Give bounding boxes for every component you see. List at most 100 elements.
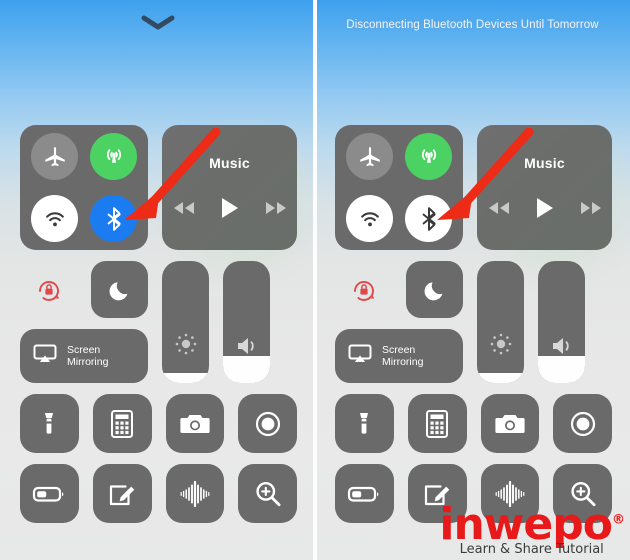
volume-slider-fill — [223, 356, 270, 383]
do-not-disturb-toggle[interactable] — [91, 261, 148, 318]
volume-slider[interactable] — [223, 261, 270, 383]
music-controls — [477, 197, 612, 224]
notes-pencil-icon — [110, 484, 135, 505]
brightness-slider-fill — [162, 373, 209, 383]
watermark: inwepo® Learn & Share Tutorial — [439, 499, 625, 557]
screen-mirroring-label: Screen Mirroring — [382, 343, 424, 369]
magnifier-plus-icon — [256, 481, 281, 506]
music-title: Music — [524, 155, 565, 171]
low-power-mode-button[interactable] — [335, 464, 394, 523]
flashlight-button[interactable] — [335, 394, 394, 453]
screen-mirroring-button[interactable]: Screen Mirroring — [335, 329, 463, 383]
wifi-toggle[interactable] — [31, 195, 78, 243]
fast-forward-icon[interactable] — [264, 200, 288, 221]
cc-shortcut-row-1 — [20, 394, 297, 453]
speaker-icon — [223, 335, 270, 357]
fast-forward-icon[interactable] — [579, 200, 603, 221]
screen-record-button[interactable] — [553, 394, 612, 453]
bluetooth-icon — [107, 206, 121, 231]
rewind-icon[interactable] — [487, 200, 511, 221]
screen-mirroring-button[interactable]: Screen Mirroring — [20, 329, 148, 383]
control-center-panel-before: Music Screen Mirroring — [0, 0, 315, 560]
airplane-mode-toggle[interactable] — [346, 132, 393, 180]
airplane-mode-toggle[interactable] — [31, 132, 78, 180]
cellular-data-toggle[interactable] — [90, 132, 137, 180]
camera-button[interactable] — [480, 394, 540, 453]
cc-lock-dnd-row — [20, 261, 148, 318]
cc-sliders — [162, 261, 270, 383]
bluetooth-status-banner: Disconnecting Bluetooth Devices Until To… — [346, 19, 599, 31]
cc-middle-left-column: Screen Mirroring — [20, 261, 148, 383]
cc-row-middle: Screen Mirroring — [20, 261, 297, 383]
music-title: Music — [209, 155, 250, 171]
music-widget[interactable]: Music — [477, 125, 612, 250]
voice-memos-button[interactable] — [165, 464, 225, 523]
music-controls — [162, 197, 297, 224]
flashlight-icon — [360, 412, 369, 434]
calculator-button[interactable] — [92, 394, 152, 453]
control-center-grid: Music Screen Mirroring — [20, 125, 297, 523]
calculator-button[interactable] — [407, 394, 467, 453]
cc-shortcut-row-1 — [335, 394, 612, 453]
music-widget[interactable]: Music — [162, 125, 297, 250]
brightness-slider[interactable] — [477, 261, 524, 383]
cc-lock-dnd-row — [335, 261, 463, 318]
moon-icon — [109, 281, 127, 300]
cc-row-connectivity-music: Music — [20, 125, 297, 250]
watermark-tagline: Learn & Share Tutorial — [459, 542, 604, 557]
cellular-antenna-icon — [106, 149, 121, 164]
flashlight-button[interactable] — [20, 394, 79, 453]
bluetooth-toggle[interactable] — [405, 195, 452, 243]
low-power-mode-button[interactable] — [20, 464, 79, 523]
brightness-icon — [162, 331, 209, 357]
camera-icon — [495, 414, 525, 433]
wifi-toggle[interactable] — [346, 195, 393, 243]
watermark-brand: inwepo® — [439, 499, 625, 550]
brightness-slider-fill — [477, 373, 524, 383]
moon-icon — [424, 281, 442, 300]
control-center-grid: Music Screen Mirroring — [335, 125, 612, 523]
play-icon[interactable] — [535, 197, 555, 224]
magnifier-button[interactable] — [238, 464, 297, 523]
rotation-lock-icon — [353, 280, 374, 301]
cc-row-connectivity-music: Music — [335, 125, 612, 250]
cellular-antenna-icon — [421, 149, 436, 164]
bluetooth-icon — [422, 206, 436, 231]
airplane-icon — [44, 147, 65, 167]
camera-button[interactable] — [165, 394, 225, 453]
wifi-icon — [360, 212, 379, 227]
wifi-icon — [45, 212, 64, 227]
chevron-down-icon[interactable] — [140, 14, 176, 32]
calculator-icon — [426, 409, 449, 438]
airplay-screen-icon — [32, 343, 58, 370]
screenshot-stage: Music Screen Mirroring Disconnecting Blu… — [0, 0, 630, 560]
control-center-panel-after: Disconnecting Bluetooth Devices Until To… — [315, 0, 630, 560]
play-icon[interactable] — [220, 197, 240, 224]
rewind-icon[interactable] — [172, 200, 196, 221]
notes-button[interactable] — [92, 464, 152, 523]
connectivity-tile — [335, 125, 463, 250]
cellular-data-toggle[interactable] — [405, 132, 452, 180]
screen-record-button[interactable] — [238, 394, 297, 453]
screen-record-icon — [570, 411, 595, 436]
rotation-lock-toggle[interactable] — [335, 261, 392, 318]
flashlight-icon — [45, 412, 54, 434]
bluetooth-toggle[interactable] — [90, 195, 137, 243]
cc-middle-left-column: Screen Mirroring — [335, 261, 463, 383]
volume-slider[interactable] — [538, 261, 585, 383]
battery-low-power-icon — [348, 486, 379, 502]
connectivity-tile — [20, 125, 148, 250]
cc-shortcut-row-2 — [20, 464, 297, 523]
brightness-slider[interactable] — [162, 261, 209, 383]
screen-record-icon — [255, 411, 280, 436]
screen-mirroring-label: Screen Mirroring — [67, 343, 109, 369]
camera-icon — [180, 414, 210, 433]
do-not-disturb-toggle[interactable] — [406, 261, 463, 318]
voice-memo-waveform-icon — [180, 480, 210, 507]
speaker-icon — [538, 335, 585, 357]
panel-divider — [313, 0, 317, 560]
registered-mark: ® — [612, 512, 625, 528]
rotation-lock-toggle[interactable] — [20, 261, 77, 318]
cc-row-middle: Screen Mirroring — [335, 261, 612, 383]
calculator-icon — [111, 409, 134, 438]
